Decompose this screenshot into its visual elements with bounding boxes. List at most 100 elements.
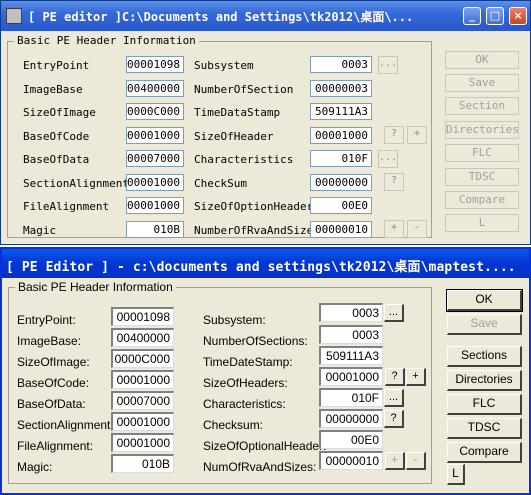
baseofdata-field[interactable]: 00007000 [126,150,184,167]
window-title: [ PE editor ]C:\Documents and Settings\t… [28,10,414,24]
entrypoint-label: EntryPoint [23,59,90,72]
entrypoint-label: EntryPoint: [17,313,76,327]
magic-label: Magic: [17,460,53,474]
rva-minus-button[interactable]: - [406,452,426,470]
timedatastamp-label: TimeDataStamp [194,106,281,119]
baseofcode-label: BaseOfCode [23,130,90,143]
subsystem-label: Subsystem [194,59,254,72]
sizeofoptionalheader-label: SizeOfOptionalHeader: [203,439,327,453]
title-bar[interactable]: [ PE editor ]C:\Documents and Settings\t… [1,1,530,31]
numberofsections-field[interactable]: 0003 [319,325,383,344]
sectionalignment-field[interactable]: 00001000 [126,174,184,191]
subsystem-browse-button[interactable]: ... [378,56,398,74]
ok-button[interactable]: OK [445,51,519,69]
numberofsection-field[interactable]: 00000003 [310,80,372,97]
flc-button[interactable]: FLC [445,144,519,162]
characteristics-label: Characteristics: [203,397,286,411]
tdsc-button[interactable]: TDSC [445,168,519,186]
subsystem-field[interactable]: 0003 [319,303,383,322]
sectionalignment-label: SectionAlignment: [17,418,114,432]
rva-plus-button[interactable]: + [384,220,404,238]
sizeofheader-field[interactable]: 00001000 [310,127,372,144]
sectionalignment-field[interactable]: 00001000 [111,412,174,431]
title-bar[interactable]: [ PE Editor ] - c:\documents and setting… [2,249,529,278]
filealignment-field[interactable]: 00001000 [111,433,174,452]
checksum-label: CheckSum [194,177,247,190]
rva-plus-button[interactable]: + [385,452,405,470]
rva-minus-button[interactable]: - [407,220,427,238]
numofrvaandsizes-label: NumOfRvaAndSizes: [203,460,317,474]
magic-field[interactable]: 010B [126,221,184,238]
numberofsections-label: NumberOfSections: [203,334,308,348]
section-button[interactable]: Section [445,97,519,115]
directories-button[interactable]: Directories [445,121,519,139]
subsystem-label: Subsystem: [203,313,266,327]
baseofdata-field[interactable]: 00007000 [111,391,174,410]
numofrvaandsizes-field[interactable]: 00000010 [319,451,383,470]
sizeofheader-help-button[interactable]: ? [384,126,404,144]
tdsc-button[interactable]: TDSC [447,418,522,439]
group-title: Basic PE Header Information [15,280,176,294]
checksum-help-button[interactable]: ? [384,173,404,191]
characteristics-label: Characteristics [194,153,294,166]
sizeofheader-label: SizeOfHeader [194,130,274,143]
characteristics-field[interactable]: 010F [310,150,372,167]
sections-button[interactable]: Sections [447,346,522,367]
imagebase-field[interactable]: 00400000 [111,328,174,347]
sizeofheaders-plus-button[interactable]: + [406,368,426,386]
checksum-field[interactable]: 00000000 [310,174,372,191]
characteristics-browse-button[interactable]: ... [378,150,398,168]
sizeofoptionalheader-field[interactable]: 00E0 [319,430,383,449]
minimize-button[interactable]: _ [463,7,481,25]
timedatestamp-field[interactable]: 509111A3 [319,346,383,365]
filealignment-label: FileAlignment [23,200,110,213]
entrypoint-field[interactable]: 00001098 [111,307,174,326]
numberofsection-label: NumberOfSection [194,83,294,96]
sectionalignment-label: SectionAlignment [23,177,129,190]
imagebase-field[interactable]: 00400000 [126,80,184,97]
numberofrvaandsize-field[interactable]: 00000010 [310,221,372,238]
characteristics-field[interactable]: 010F [319,388,383,407]
baseofcode-label: BaseOfCode: [17,376,90,390]
sizeofheader-plus-button[interactable]: + [407,126,427,144]
maximize-button[interactable]: □ [486,7,504,25]
close-button[interactable]: × [509,7,527,25]
sizeofoptionheader-label: SizeOfOptionHeader [194,200,314,213]
sizeofimage-label: SizeOfImage: [17,355,90,369]
compare-button[interactable]: Compare [445,191,519,209]
sizeofheaders-help-button[interactable]: ? [385,368,405,386]
group-title: Basic PE Header Information [14,34,199,47]
baseofcode-field[interactable]: 00001000 [111,370,174,389]
l-button[interactable]: L [445,214,519,232]
subsystem-browse-button[interactable]: ... [384,304,404,322]
compare-button[interactable]: Compare [447,442,522,463]
ok-button[interactable]: OK [446,289,523,312]
magic-field[interactable]: 010B [111,454,174,473]
timedatestamp-label: TimeDateStamp: [203,355,293,369]
pe-editor-window-front: [ PE Editor ] - c:\documents and setting… [0,247,531,495]
imagebase-label: ImageBase [23,83,83,96]
save-button[interactable]: Save [447,314,522,335]
checksum-field[interactable]: 00000000 [319,409,383,428]
directories-button[interactable]: Directories [447,370,522,391]
l-button[interactable]: L [447,464,465,485]
sizeofimage-field[interactable]: 0000C000 [126,103,184,120]
sizeofheaders-label: SizeOfHeaders: [203,376,288,390]
numberofrvaandsize-label: NumberOfRvaAndSize [194,224,314,237]
sizeofimage-field[interactable]: 0000C000 [111,349,174,368]
save-button[interactable]: Save [445,74,519,92]
baseofcode-field[interactable]: 00001000 [126,127,184,144]
characteristics-browse-button[interactable]: ... [384,389,404,407]
checksum-help-button[interactable]: ? [384,410,404,428]
flc-button[interactable]: FLC [447,394,522,415]
pe-editor-window-back: [ PE editor ]C:\Documents and Settings\t… [0,0,531,245]
baseofdata-label: BaseOfData [23,153,90,166]
sizeofoptionheader-field[interactable]: 00E0 [310,197,372,214]
entrypoint-field[interactable]: 00001098 [126,56,184,73]
subsystem-field[interactable]: 0003 [310,56,372,73]
checksum-label: Checksum: [203,418,264,432]
sizeofheaders-field[interactable]: 00001000 [319,367,383,386]
baseofdata-label: BaseOfData: [17,397,86,411]
timedatastamp-field[interactable]: 509111A3 [310,103,372,120]
filealignment-field[interactable]: 00001000 [126,197,184,214]
